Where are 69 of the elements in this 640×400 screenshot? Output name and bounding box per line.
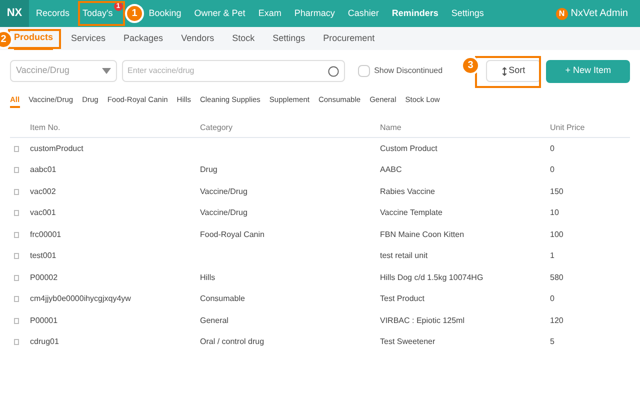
table-cell-text: Vaccine/Drug (200, 207, 248, 220)
column-header: Unit Price (550, 122, 586, 134)
table-cell-text: cm4jjyb0e0000ihycgjxqy4yw (30, 293, 132, 306)
sub-tab[interactable]: Packages (124, 27, 164, 50)
table-cell-text: Hills (200, 272, 216, 284)
broken-image-icon (14, 167, 19, 174)
broken-image-icon (14, 274, 19, 281)
table-cell-text: 580 (550, 272, 564, 284)
column-header: Item No. (30, 122, 62, 134)
table-cell-text: test001 (30, 250, 58, 262)
broken-image-icon (14, 188, 19, 195)
table-cell-text: vac001 (30, 207, 57, 220)
table-cell-text: 10 (550, 207, 560, 220)
checkbox[interactable] (358, 65, 370, 77)
sub-tab[interactable]: Procurement (323, 27, 375, 50)
table-cell-text: AABC (380, 164, 403, 176)
table-cell-text: Vaccine/Drug (200, 186, 248, 198)
table-cell-text: Oral / control drug (200, 336, 266, 348)
table-cell-text: aabc01 (30, 164, 58, 176)
sort-icon (502, 66, 507, 76)
table-cell-text: FBN Maine Coon Kitten (380, 228, 466, 241)
column-header: Category (200, 122, 234, 134)
sub-tab[interactable]: Stock (232, 27, 255, 50)
sub-tab[interactable]: Vendors (181, 27, 214, 50)
table-cell-text: Rabies Vaccine (380, 186, 436, 198)
search-field[interactable]: Enter vaccine/drug (122, 60, 346, 82)
highlight-frame (78, 1, 125, 26)
table-cell-text: Food-Royal Canin (200, 228, 266, 241)
table-cell-text: Vaccine Template (380, 207, 444, 220)
broken-image-icon (14, 146, 19, 152)
table-cell-text: VIRBAC : Epiotic 125ml (380, 314, 466, 327)
table-cell-text: 0 (550, 293, 556, 306)
table-cell-text: Test Sweetener (380, 336, 436, 348)
table-cell-text: 100 (550, 228, 564, 241)
broken-image-icon (14, 318, 19, 324)
logo: NX (0, 0, 29, 27)
caret-icon (102, 68, 111, 74)
table-cell-text: frc00001 (30, 228, 62, 241)
table-cell-text: Consumable (200, 293, 246, 306)
table-cell-text: P00001 (30, 314, 59, 327)
sort-button[interactable]: Sort (486, 60, 542, 82)
table-cell-text: 120 (550, 314, 564, 327)
column-header: Name (380, 122, 402, 134)
table-cell-text: Test Product (380, 293, 426, 306)
table-cell-text: 5 (550, 336, 556, 348)
table-cell-text: cdrug01 (30, 336, 60, 348)
broken-image-icon (14, 296, 19, 302)
broken-image-icon (14, 232, 19, 238)
checkbox-label: Show Discontinued (374, 65, 443, 77)
sub-tab[interactable]: Services (71, 27, 106, 50)
sub-tab[interactable]: Settings (272, 27, 306, 50)
table-cell-text: customProduct (30, 142, 84, 155)
search-input[interactable]: Enter vaccine/drug (128, 65, 328, 77)
table-cell-text: test retail unit (380, 250, 429, 262)
table-cell-text: P00002 (30, 272, 59, 284)
table-cell-text: 0 (550, 142, 556, 155)
table-cell-text: 1 (550, 250, 556, 262)
table-cell-text: Hills Dog c/d 1.5kg 10074HG (380, 272, 484, 284)
table-cell-text: General (200, 314, 230, 327)
step-marker: 3 (461, 56, 480, 75)
table-cell-text: 0 (550, 164, 556, 176)
table-cell-text: Custom Product (380, 142, 438, 155)
circle-icon (328, 66, 340, 76)
table-cell-text: vac002 (30, 186, 57, 198)
broken-image-icon (14, 253, 19, 260)
table-cell-text: Drug (200, 164, 218, 176)
broken-image-icon (14, 339, 19, 346)
table-cell-text: 150 (550, 186, 564, 198)
broken-image-icon (14, 210, 19, 216)
